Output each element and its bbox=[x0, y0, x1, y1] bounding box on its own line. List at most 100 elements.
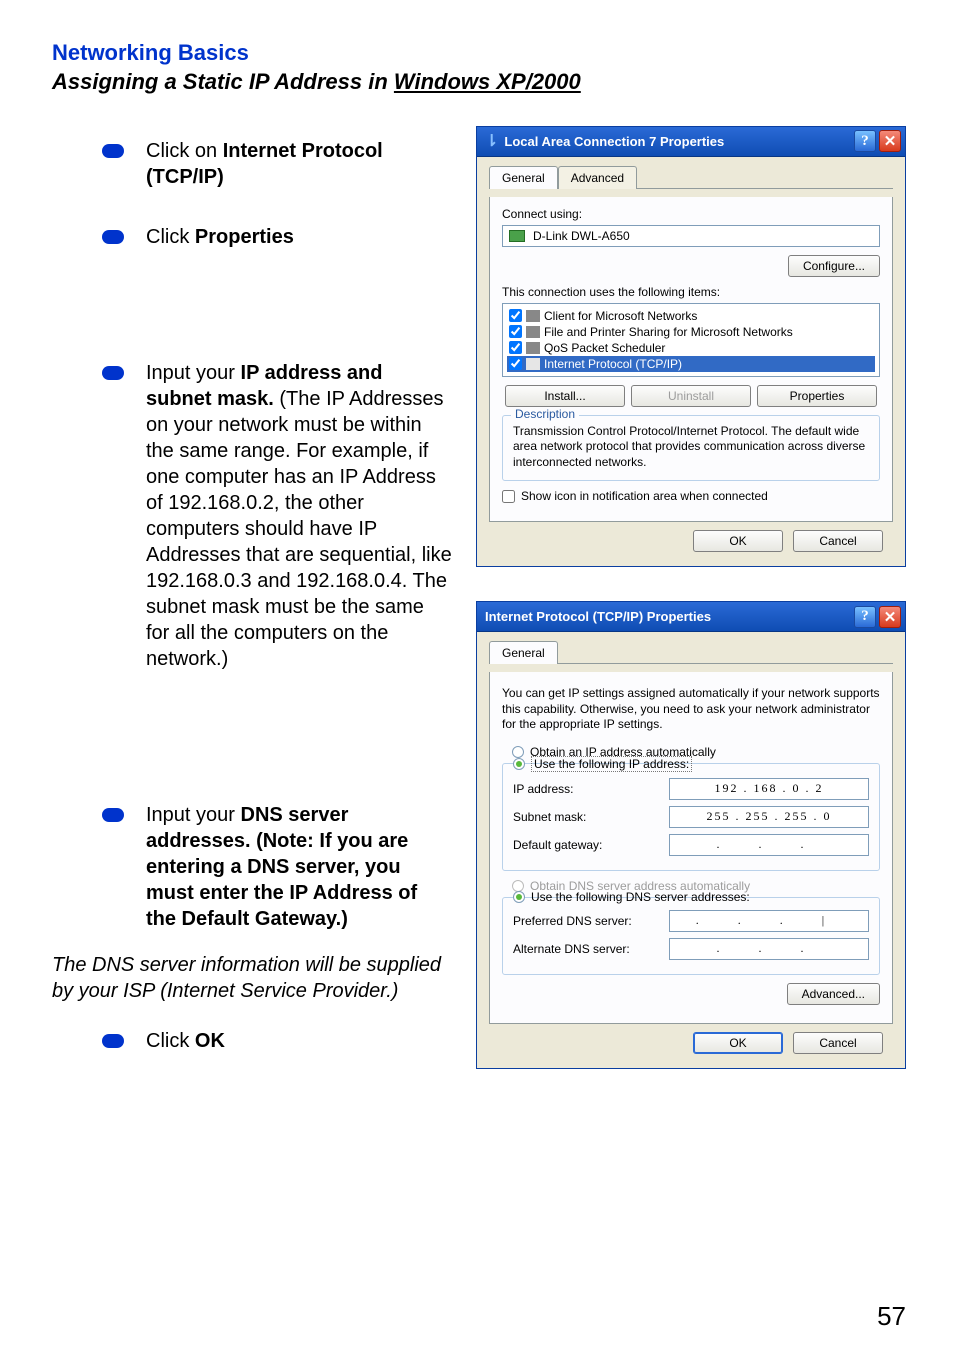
item-label: Client for Microsoft Networks bbox=[544, 309, 697, 323]
radio-icon bbox=[513, 758, 525, 770]
bullet-text: Input your IP address and subnet mask. (… bbox=[146, 360, 452, 672]
description-title: Description bbox=[511, 407, 579, 421]
bullet-2: Click Properties bbox=[102, 224, 452, 250]
bullet-text: Input your DNS server addresses. (Note: … bbox=[146, 802, 452, 932]
item-checkbox[interactable] bbox=[509, 309, 522, 322]
text: Click bbox=[146, 1030, 195, 1052]
cancel-button[interactable]: Cancel bbox=[793, 530, 883, 552]
bullet-text: Click on Internet Protocol (TCP/IP) bbox=[146, 138, 452, 190]
alt-dns-field[interactable]: . . . bbox=[669, 938, 869, 960]
ok-button[interactable]: OK bbox=[693, 530, 783, 552]
info-text: You can get IP settings assigned automat… bbox=[502, 686, 880, 733]
dns-groupbox: Use the following DNS server addresses: … bbox=[502, 897, 880, 975]
titlebar: Internet Protocol (TCP/IP) Properties ? … bbox=[477, 602, 905, 632]
show-icon-label: Show icon in notification area when conn… bbox=[521, 489, 768, 503]
dots: . . . bbox=[717, 941, 822, 955]
text-bold: Properties bbox=[195, 226, 294, 248]
properties-button[interactable]: Properties bbox=[757, 385, 877, 407]
advanced-button[interactable]: Advanced... bbox=[787, 983, 880, 1005]
service-icon bbox=[526, 342, 540, 354]
bullet-5: Click OK bbox=[102, 1028, 452, 1054]
item-label: Internet Protocol (TCP/IP) bbox=[544, 357, 682, 371]
list-item-selected[interactable]: Internet Protocol (TCP/IP) bbox=[507, 356, 875, 372]
install-button[interactable]: Install... bbox=[505, 385, 625, 407]
page-subheading: Assigning a Static IP Address in Windows… bbox=[52, 68, 906, 96]
item-checkbox[interactable] bbox=[509, 357, 522, 370]
radio-use-ip[interactable]: Use the following IP address: bbox=[513, 756, 869, 772]
radio-label: Use the following DNS server addresses: bbox=[531, 890, 750, 904]
subheading-underlined: Windows XP/2000 bbox=[394, 69, 581, 94]
bullet-icon bbox=[102, 144, 124, 158]
item-checkbox[interactable] bbox=[509, 325, 522, 338]
description-groupbox: Description Transmission Control Protoco… bbox=[502, 415, 880, 482]
tab-general[interactable]: General bbox=[489, 641, 558, 664]
radio-label: Use the following IP address: bbox=[531, 756, 692, 772]
subnet-field[interactable]: 255 . 255 . 255 . 0 bbox=[669, 806, 869, 828]
page-heading: Networking Basics bbox=[52, 40, 906, 66]
bullet-text: Click OK bbox=[146, 1028, 225, 1054]
pref-dns-field[interactable]: . . . | bbox=[669, 910, 869, 932]
text: Input your bbox=[146, 362, 241, 384]
alt-dns-label: Alternate DNS server: bbox=[513, 942, 669, 956]
radio-use-dns[interactable]: Use the following DNS server addresses: bbox=[513, 890, 869, 904]
text-bold: OK bbox=[195, 1030, 225, 1052]
list-item[interactable]: Client for Microsoft Networks bbox=[507, 308, 875, 324]
show-icon-checkbox[interactable] bbox=[502, 490, 515, 503]
text: Click bbox=[146, 226, 195, 248]
pref-dns-label: Preferred DNS server: bbox=[513, 914, 669, 928]
connection-icon: ⇂ bbox=[485, 131, 498, 151]
gateway-label: Default gateway: bbox=[513, 838, 669, 852]
help-button[interactable]: ? bbox=[854, 606, 876, 628]
description-text: Transmission Control Protocol/Internet P… bbox=[513, 424, 869, 471]
configure-button[interactable]: Configure... bbox=[788, 255, 880, 277]
bullet-icon bbox=[102, 366, 124, 380]
text: Input your bbox=[146, 804, 241, 826]
help-button[interactable]: ? bbox=[854, 130, 876, 152]
connection-properties-dialog: ⇂ Local Area Connection 7 Properties ? ✕… bbox=[476, 126, 906, 568]
items-label: This connection uses the following items… bbox=[502, 285, 880, 299]
tcpip-properties-dialog: Internet Protocol (TCP/IP) Properties ? … bbox=[476, 601, 906, 1069]
italic-note: The DNS server information will be suppl… bbox=[52, 952, 452, 1004]
subheading-prefix: Assigning a Static IP Address in bbox=[52, 69, 394, 94]
items-listbox[interactable]: Client for Microsoft Networks File and P… bbox=[502, 303, 880, 377]
item-label: QoS Packet Scheduler bbox=[544, 341, 665, 355]
dialog-title: Local Area Connection 7 Properties bbox=[504, 134, 851, 149]
close-button[interactable]: ✕ bbox=[879, 606, 901, 628]
cancel-button[interactable]: Cancel bbox=[793, 1032, 883, 1054]
ok-button[interactable]: OK bbox=[693, 1032, 783, 1054]
bullet-1: Click on Internet Protocol (TCP/IP) bbox=[102, 138, 452, 190]
tab-strip: General bbox=[489, 640, 893, 664]
ip-address-label: IP address: bbox=[513, 782, 669, 796]
bullet-3: Input your IP address and subnet mask. (… bbox=[102, 360, 452, 672]
client-icon bbox=[526, 310, 540, 322]
bullet-icon bbox=[102, 808, 124, 822]
bullet-icon bbox=[102, 1034, 124, 1048]
list-item[interactable]: File and Printer Sharing for Microsoft N… bbox=[507, 324, 875, 340]
bullet-4: Input your DNS server addresses. (Note: … bbox=[102, 802, 452, 932]
close-button[interactable]: ✕ bbox=[879, 130, 901, 152]
service-icon bbox=[526, 326, 540, 338]
bullet-text: Click Properties bbox=[146, 224, 294, 250]
tab-general[interactable]: General bbox=[489, 166, 558, 189]
show-icon-row[interactable]: Show icon in notification area when conn… bbox=[502, 489, 880, 503]
dots: . . . bbox=[717, 837, 822, 851]
page-number: 57 bbox=[877, 1301, 906, 1332]
tab-advanced[interactable]: Advanced bbox=[558, 166, 637, 189]
protocol-icon bbox=[526, 358, 540, 370]
dots: . . . | bbox=[696, 913, 842, 927]
dialog-title: Internet Protocol (TCP/IP) Properties bbox=[485, 609, 851, 624]
gateway-field[interactable]: . . . bbox=[669, 834, 869, 856]
radio-icon bbox=[513, 891, 525, 903]
adapter-field: D-Link DWL-A650 bbox=[502, 225, 880, 247]
item-checkbox[interactable] bbox=[509, 341, 522, 354]
item-label: File and Printer Sharing for Microsoft N… bbox=[544, 325, 793, 339]
connect-using-label: Connect using: bbox=[502, 207, 880, 221]
subnet-label: Subnet mask: bbox=[513, 810, 669, 824]
text: Click on bbox=[146, 140, 223, 162]
bullet-icon bbox=[102, 230, 124, 244]
titlebar: ⇂ Local Area Connection 7 Properties ? ✕ bbox=[477, 127, 905, 157]
list-item[interactable]: QoS Packet Scheduler bbox=[507, 340, 875, 356]
ip-groupbox: Use the following IP address: IP address… bbox=[502, 763, 880, 871]
tab-strip: General Advanced bbox=[489, 165, 893, 189]
ip-address-field[interactable]: 192 . 168 . 0 . 2 bbox=[669, 778, 869, 800]
